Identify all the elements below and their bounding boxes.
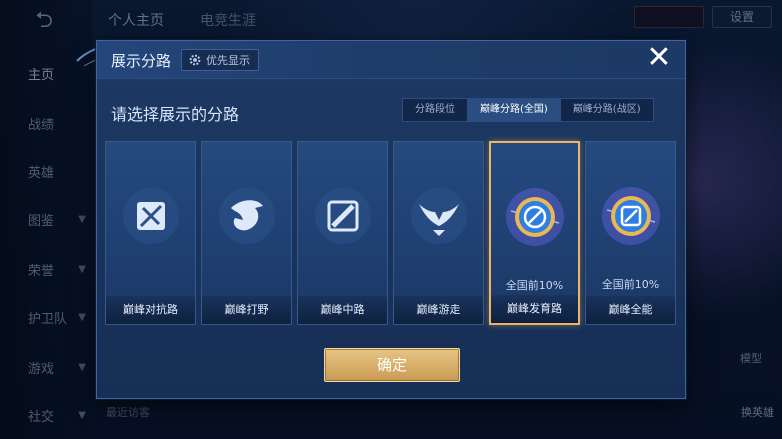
card-label: 巅峰发育路 <box>491 295 578 323</box>
all-round-badge-icon <box>601 187 660 245</box>
mid-lane-icon <box>314 188 371 244</box>
confirm-button[interactable]: 确定 <box>324 348 460 382</box>
lane-card-roam[interactable]: 巅峰游走 <box>393 141 484 325</box>
lane-card-farm[interactable]: 全国前10% 巅峰发育路 <box>489 141 580 325</box>
lane-card-list: 巅峰对抗路 巅峰打野 巅峰中路 巅峰游走 全国前10% 巅峰发育路 全国前10%… <box>105 141 676 325</box>
display-lane-dialog: 展示分路 优先显示 ✕ 请选择展示的分路 分路段位 巅峰分路(全国) 巅峰分路(… <box>96 40 686 399</box>
lane-card-jungle[interactable]: 巅峰打野 <box>201 141 292 325</box>
dialog-subtitle: 请选择展示的分路 <box>111 105 240 124</box>
dialog-header: 展示分路 优先显示 ✕ <box>97 41 685 79</box>
close-icon[interactable]: ✕ <box>645 43 673 73</box>
tab-peak-lane-region[interactable]: 巅峰分路(战区) <box>561 99 653 121</box>
clash-lane-icon <box>122 188 179 244</box>
priority-display-button[interactable]: 优先显示 <box>181 49 259 71</box>
lane-card-all-round[interactable]: 全国前10% 巅峰全能 <box>585 141 676 325</box>
card-label: 巅峰全能 <box>586 296 675 324</box>
gear-icon <box>189 54 201 66</box>
priority-display-label: 优先显示 <box>206 54 250 67</box>
dialog-title: 展示分路 <box>111 52 172 70</box>
card-label: 巅峰中路 <box>298 296 387 324</box>
roam-icon <box>410 188 467 244</box>
card-label: 巅峰游走 <box>394 296 483 324</box>
card-rank: 全国前10% <box>601 278 660 291</box>
lane-card-clash[interactable]: 巅峰对抗路 <box>105 141 196 325</box>
lane-card-mid[interactable]: 巅峰中路 <box>297 141 388 325</box>
card-label: 巅峰对抗路 <box>106 296 195 324</box>
lane-mode-tabs: 分路段位 巅峰分路(全国) 巅峰分路(战区) <box>402 98 654 122</box>
jungle-icon <box>218 188 275 244</box>
tab-lane-rank[interactable]: 分路段位 <box>403 99 468 121</box>
farm-lane-badge-icon <box>505 188 564 246</box>
tab-peak-lane-national[interactable]: 巅峰分路(全国) <box>468 99 561 121</box>
card-rank: 全国前10% <box>505 279 564 292</box>
card-label: 巅峰打野 <box>202 296 291 324</box>
